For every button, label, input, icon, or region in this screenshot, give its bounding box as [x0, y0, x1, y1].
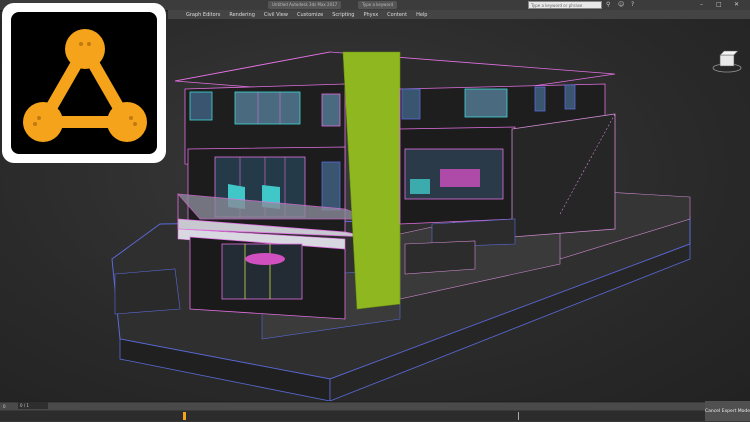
cancel-expert-mode-button[interactable]: Cancel Expert Mode	[705, 401, 750, 421]
menu-physx[interactable]: Physx	[363, 12, 378, 18]
menu-graph-editors[interactable]: Graph Editors	[186, 12, 220, 18]
search-input[interactable]: Type a keyword or phrase	[528, 1, 602, 9]
title-tab-app: Untitled Autodesk 3ds Max 2017	[268, 1, 342, 9]
menu-bar: Graph Editors Rendering Civil View Custo…	[168, 10, 750, 19]
viewcube-icon[interactable]	[712, 49, 742, 73]
triangle-node-logo	[23, 29, 147, 142]
user-icon[interactable]: ☺	[618, 2, 624, 8]
track-bar[interactable]	[0, 411, 705, 421]
menu-content[interactable]: Content	[387, 12, 407, 18]
close-icon[interactable]: ✕	[734, 2, 740, 8]
maximize-icon[interactable]: □	[716, 2, 722, 8]
frame-start-label: 0	[3, 404, 6, 409]
logo-background	[11, 12, 157, 154]
frame-counter[interactable]: 0 / 1	[18, 402, 48, 409]
menu-rendering[interactable]: Rendering	[229, 12, 255, 18]
search-icon[interactable]: ⚲	[606, 2, 612, 8]
title-tab-secondary: Type a keyword	[358, 1, 398, 9]
menu-customize[interactable]: Customize	[297, 12, 323, 18]
key-tick	[518, 412, 519, 420]
menu-scripting[interactable]: Scripting	[332, 12, 354, 18]
minimize-icon[interactable]: –	[700, 2, 706, 8]
menu-civil-view[interactable]: Civil View	[264, 12, 288, 18]
time-marker[interactable]	[183, 412, 186, 420]
logo-badge	[2, 3, 166, 163]
menu-help[interactable]: Help	[416, 12, 427, 18]
help-icon[interactable]: ?	[631, 2, 637, 8]
time-slider[interactable]	[0, 403, 705, 410]
